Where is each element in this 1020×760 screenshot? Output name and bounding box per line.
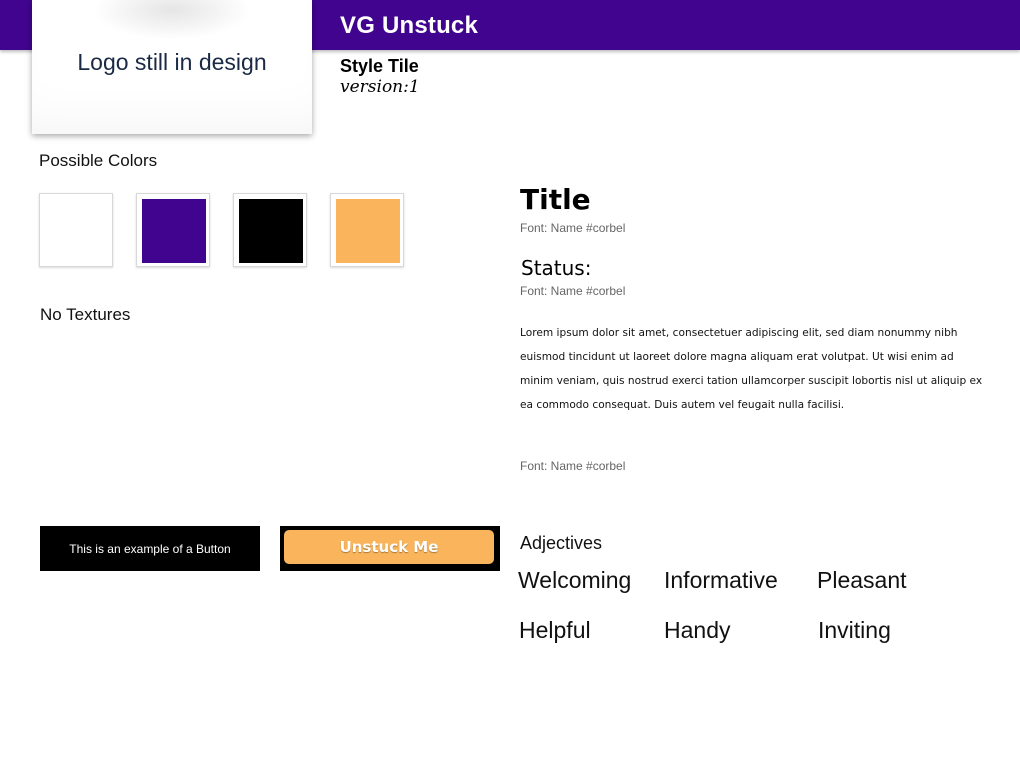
body-text-sample: Lorem ipsum dolor sit amet, consectetuer… — [520, 327, 983, 411]
color-swatch-white — [39, 193, 113, 267]
adjective-helpful: Helpful — [519, 617, 591, 643]
unstuck-button-frame: Unstuck Me — [280, 526, 500, 571]
swatch-fill — [336, 199, 400, 263]
status-font-note: Font: Name #corbel — [520, 284, 626, 298]
unstuck-me-button[interactable]: Unstuck Me — [284, 530, 494, 564]
style-tile-heading: Style Tile — [340, 56, 419, 76]
app-title: VG Unstuck — [340, 12, 479, 39]
body-font-note: Font: Name #corbel — [520, 459, 626, 473]
swatch-fill — [239, 199, 303, 263]
example-button[interactable]: This is an example of a Button — [40, 526, 260, 571]
color-swatch-orange — [330, 193, 404, 267]
adjective-handy: Handy — [664, 617, 731, 643]
swatch-fill — [142, 199, 206, 263]
swatch-fill — [45, 199, 109, 263]
version-label: version:1 — [340, 77, 420, 97]
adjectives-heading: Adjectives — [520, 533, 603, 553]
title-font-note: Font: Name #corbel — [520, 221, 626, 235]
adjective-welcoming: Welcoming — [518, 567, 632, 593]
possible-colors-heading: Possible Colors — [39, 151, 158, 170]
adjective-inviting: Inviting — [818, 617, 891, 643]
title-font-sample: Title — [520, 183, 591, 216]
adjective-pleasant: Pleasant — [817, 567, 907, 593]
adjective-informative: Informative — [664, 567, 778, 593]
style-tile-page: VG Unstuck Logo still in design Style Ti… — [0, 0, 1020, 760]
color-swatch-black — [233, 193, 307, 267]
logo-placeholder-text: Logo still in design — [77, 49, 267, 75]
status-font-sample: Status: — [521, 256, 592, 280]
textures-heading: No Textures — [40, 305, 131, 324]
color-swatch-purple — [136, 193, 210, 267]
logo-placeholder: Logo still in design — [32, 0, 312, 134]
